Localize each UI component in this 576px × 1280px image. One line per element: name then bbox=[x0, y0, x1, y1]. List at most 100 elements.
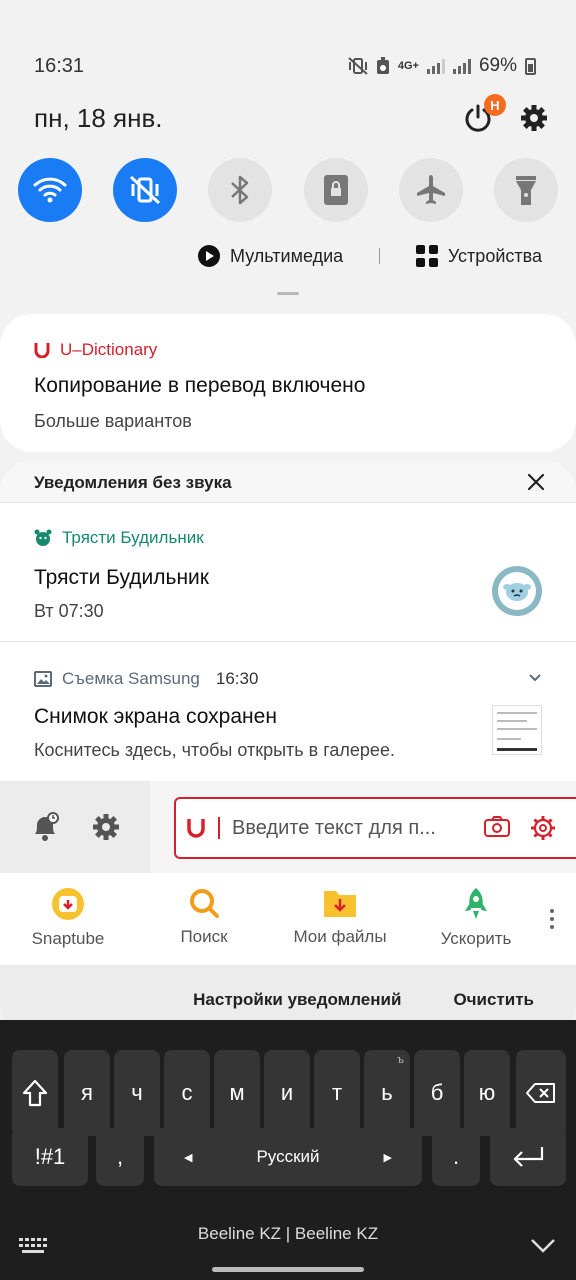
key-b[interactable]: б bbox=[414, 1050, 460, 1136]
shortcut-label: Ускорить bbox=[440, 929, 512, 948]
udict-shortcuts: Snaptube Поиск Мои файлы Ускорить bbox=[0, 873, 576, 965]
folder-icon bbox=[324, 891, 356, 917]
shortcut-search[interactable]: Поиск bbox=[136, 873, 272, 965]
keyboard: я ч с м и т ь ъ б ю !#1 , ◀ Русский ▶ . bbox=[0, 1020, 576, 1212]
status-bar: 16:31 4G+ 69% bbox=[34, 52, 536, 80]
key-m[interactable]: м bbox=[214, 1050, 260, 1136]
backspace-icon bbox=[526, 1083, 555, 1103]
wifi-toggle[interactable] bbox=[18, 158, 82, 222]
status-time: 16:31 bbox=[34, 54, 85, 77]
media-devices-row: Мультимедиа Устройства bbox=[198, 240, 542, 272]
close-icon[interactable] bbox=[526, 472, 546, 492]
chevron-down-icon[interactable] bbox=[530, 1238, 556, 1254]
battery-icon bbox=[525, 57, 536, 75]
shade-handle[interactable] bbox=[277, 292, 299, 295]
udictionary-notification[interactable]: U–Dictionary Копирование в перевод включ… bbox=[0, 314, 576, 452]
udict-input-placeholder: Введите текст для п... bbox=[232, 816, 436, 839]
key-ch[interactable]: ч bbox=[114, 1050, 160, 1136]
key-ya[interactable]: я bbox=[64, 1050, 110, 1136]
screenshot-app-line: Съемка Samsung 16:30 bbox=[34, 669, 258, 689]
screenshot-app-name: Съемка Samsung bbox=[62, 669, 200, 688]
chevron-down-icon[interactable] bbox=[528, 673, 542, 683]
key-t[interactable]: т bbox=[314, 1050, 360, 1136]
screenshot-title: Снимок экрана сохранен bbox=[34, 705, 277, 728]
snaptube-icon bbox=[52, 888, 84, 920]
udict-app-name: U–Dictionary bbox=[60, 340, 158, 359]
home-gesture-bar[interactable] bbox=[212, 1267, 364, 1272]
sheep-face-icon bbox=[503, 583, 531, 601]
alarm-status-icon bbox=[376, 57, 389, 74]
cursor-right-icon: ▶ bbox=[383, 1151, 392, 1164]
shortcut-label: Snaptube bbox=[31, 929, 105, 948]
more-icon[interactable] bbox=[550, 909, 554, 929]
alarm-notification[interactable]: Трясти Будильник Трясти Будильник Вт 07:… bbox=[0, 504, 576, 642]
shortcut-boost[interactable]: Ускорить bbox=[408, 873, 544, 965]
key-soft-sign[interactable]: ь ъ bbox=[364, 1050, 410, 1136]
search-icon bbox=[190, 889, 219, 918]
key-s[interactable]: с bbox=[164, 1050, 210, 1136]
settings-icon[interactable] bbox=[530, 815, 556, 841]
bell-snooze-icon[interactable] bbox=[31, 812, 59, 842]
screenshot-thumbnail bbox=[492, 705, 542, 755]
flashlight-icon bbox=[515, 176, 536, 205]
screenshot-notification[interactable]: Съемка Samsung 16:30 Снимок экрана сохра… bbox=[0, 643, 576, 781]
enter-key[interactable] bbox=[490, 1128, 566, 1186]
comma-key[interactable]: , bbox=[96, 1128, 144, 1186]
camera-icon[interactable] bbox=[484, 815, 510, 837]
vibrate-icon bbox=[348, 57, 368, 75]
udict-search-input[interactable]: Введите текст для п... bbox=[174, 797, 576, 859]
wifi-icon bbox=[33, 177, 67, 203]
power-button[interactable]: Н bbox=[462, 94, 506, 134]
notification-settings-button[interactable]: Настройки уведомлений bbox=[193, 990, 401, 1010]
devices-button[interactable]: Устройства bbox=[415, 245, 542, 267]
bluetooth-toggle[interactable] bbox=[208, 158, 273, 222]
bluetooth-icon bbox=[231, 175, 249, 205]
network-type: 4G+ bbox=[397, 59, 419, 72]
alarm-avatar bbox=[492, 566, 542, 616]
image-icon bbox=[34, 671, 52, 687]
silent-header-title: Уведомления без звука bbox=[34, 473, 232, 492]
divider bbox=[378, 248, 380, 264]
alarm-app-name: Трясти Будильник bbox=[62, 528, 204, 547]
signal-2-icon bbox=[452, 58, 471, 74]
flashlight-toggle[interactable] bbox=[493, 158, 558, 222]
multimedia-label: Мультимедиа bbox=[230, 245, 344, 266]
alarm-app-line: Трясти Будильник bbox=[34, 528, 204, 548]
period-key[interactable]: . bbox=[432, 1128, 480, 1186]
play-icon bbox=[198, 245, 220, 267]
rocket-icon bbox=[465, 888, 487, 919]
shift-key[interactable] bbox=[12, 1050, 58, 1136]
symbols-key[interactable]: !#1 bbox=[12, 1128, 88, 1186]
enter-icon bbox=[513, 1147, 544, 1167]
shortcut-snaptube[interactable]: Snaptube bbox=[0, 873, 136, 965]
vibrate-mute-icon bbox=[130, 175, 161, 205]
sound-toggle[interactable] bbox=[113, 158, 178, 222]
carrier-label: Beeline KZ | Beeline KZ bbox=[197, 1224, 379, 1243]
key-yu[interactable]: ю bbox=[464, 1050, 510, 1136]
gear-icon[interactable] bbox=[520, 104, 548, 132]
shortcut-label: Поиск bbox=[180, 927, 228, 946]
devices-label: Устройства bbox=[447, 245, 542, 266]
backspace-key[interactable] bbox=[516, 1050, 566, 1136]
update-badge: Н bbox=[484, 94, 506, 116]
devices-icon bbox=[415, 245, 438, 267]
airplane-toggle[interactable] bbox=[398, 158, 463, 222]
screenshot-time: 16:30 bbox=[215, 669, 259, 688]
gear-icon[interactable] bbox=[92, 813, 120, 841]
multimedia-button[interactable]: Мультимедиа bbox=[198, 245, 343, 267]
quick-settings bbox=[18, 158, 558, 222]
shortcut-my-files[interactable]: Мои файлы bbox=[272, 873, 408, 965]
udict-more-options[interactable]: Больше вариантов bbox=[34, 411, 192, 432]
silent-header: Уведомления без звука bbox=[0, 461, 576, 503]
udictionary-logo-icon bbox=[187, 819, 205, 838]
rotation-lock-toggle[interactable] bbox=[303, 158, 368, 222]
input-divider bbox=[218, 817, 220, 839]
udict-title: Копирование в перевод включено bbox=[34, 374, 366, 397]
airplane-icon bbox=[416, 175, 445, 204]
clear-button[interactable]: Очистить bbox=[453, 990, 534, 1010]
space-language-label: Русский bbox=[256, 1147, 320, 1166]
screenshot-desc: Коснитесь здесь, чтобы открыть в галерее… bbox=[34, 740, 395, 760]
key-i[interactable]: и bbox=[264, 1050, 310, 1136]
key-hard-sign-hint: ъ bbox=[397, 1054, 404, 1066]
space-key[interactable]: ◀ Русский ▶ bbox=[154, 1128, 422, 1186]
